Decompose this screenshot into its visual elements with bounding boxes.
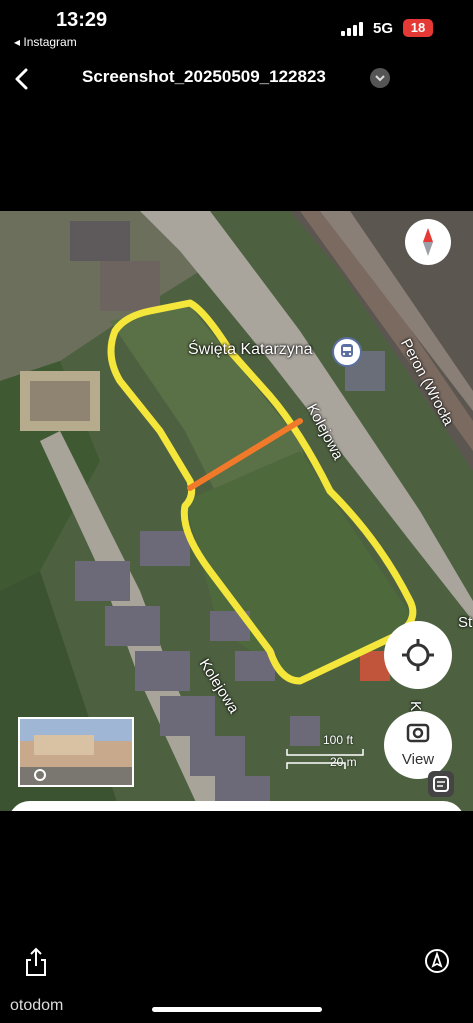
camera-icon (406, 723, 430, 743)
battery-icon: 18 (403, 19, 433, 37)
train-station-icon[interactable] (332, 337, 362, 367)
title-dropdown-button[interactable] (370, 68, 390, 88)
chevron-left-icon (15, 68, 28, 90)
view-street-button[interactable]: View (384, 711, 452, 779)
lens-button[interactable] (428, 771, 454, 797)
view-button-label: View (401, 751, 435, 768)
markup-button[interactable] (424, 948, 450, 974)
scale-ft: 100 ft (323, 733, 354, 747)
place-label: Święta Katarzyna (188, 341, 313, 358)
compass-icon (423, 228, 433, 256)
network-type: 5G (373, 20, 394, 37)
share-icon (26, 947, 46, 976)
screenshot-image: Święta Katarzyna Kolejowa Peron (Wrocła … (0, 211, 473, 811)
status-bar: 13:29 ◂ Instagram 5G 18 (0, 0, 473, 58)
compass-button[interactable] (405, 219, 451, 265)
bottom-toolbar: otodom (0, 930, 473, 1023)
scale-bar (286, 749, 364, 769)
clock: 13:29 (56, 9, 108, 31)
my-location-button[interactable] (384, 621, 452, 689)
otodom-watermark: otodom (10, 997, 64, 1014)
home-indicator[interactable] (152, 1007, 322, 1012)
street-view-thumbnail[interactable] (18, 717, 134, 787)
lens-icon (433, 776, 449, 792)
page-title: Screenshot_20250509_122823 (82, 67, 326, 86)
nav-bar: Screenshot_20250509_122823 (0, 58, 473, 100)
chevron-down-icon (375, 75, 385, 82)
street-label-st: St (458, 614, 473, 631)
bottom-sheet-edge (8, 801, 465, 811)
share-button[interactable] (22, 946, 50, 978)
markup-pen-icon (425, 949, 449, 973)
back-button[interactable] (10, 64, 36, 94)
crosshair-icon (402, 639, 434, 671)
back-to-instagram-link[interactable]: ◂ Instagram (14, 35, 77, 49)
signal-icon (341, 22, 365, 36)
